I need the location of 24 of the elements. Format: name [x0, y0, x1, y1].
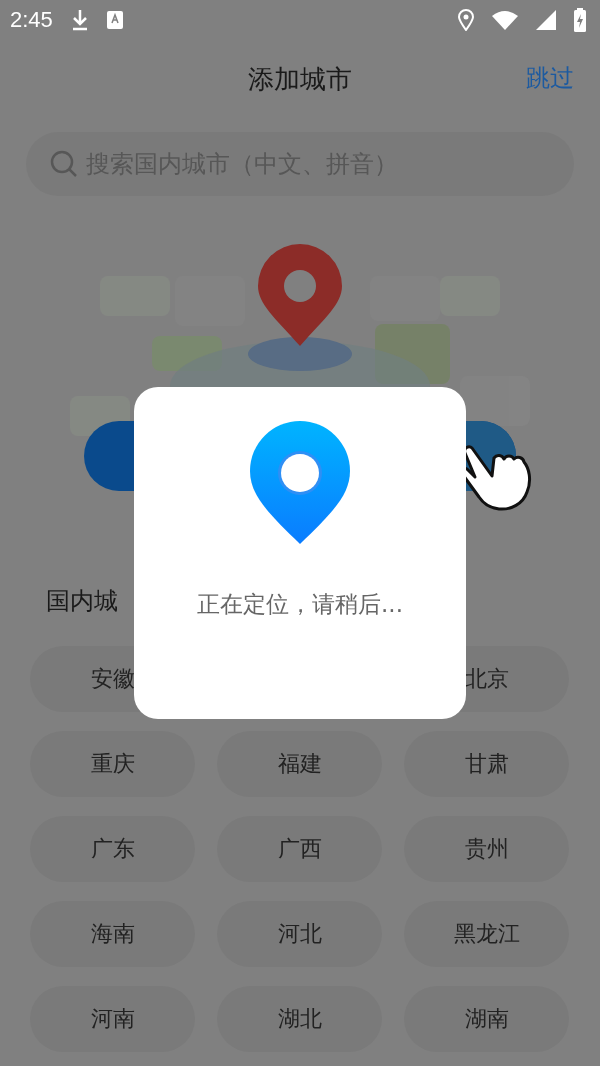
city-chip[interactable]: 海南 — [30, 901, 195, 967]
keyboard-icon — [106, 11, 123, 29]
location-pin-icon — [250, 421, 350, 545]
city-chip[interactable]: 黑龙江 — [404, 901, 569, 967]
city-chip[interactable]: 甘肃 — [404, 731, 569, 797]
city-chip[interactable]: 河南 — [30, 986, 195, 1052]
section-title: 国内城 — [46, 587, 118, 615]
city-chip[interactable]: 河北 — [217, 901, 382, 967]
city-chip[interactable]: 福建 — [217, 731, 382, 797]
city-chip[interactable]: 湖南 — [404, 986, 569, 1052]
city-chip[interactable]: 广西 — [217, 816, 382, 882]
location-icon — [458, 9, 474, 31]
signal-icon — [536, 10, 556, 30]
city-chip[interactable]: 广东 — [30, 816, 195, 882]
download-icon — [70, 9, 89, 31]
status-time: 2:45 — [10, 7, 53, 33]
battery-icon — [574, 8, 586, 32]
wifi-icon — [492, 10, 518, 30]
search-icon — [50, 150, 78, 178]
locating-message: 正在定位，请稍后... — [197, 590, 403, 619]
city-chip[interactable]: 贵州 — [404, 816, 569, 882]
city-chip[interactable]: 湖北 — [217, 986, 382, 1052]
city-chip[interactable]: 重庆 — [30, 731, 195, 797]
page-title: 添加城市 — [248, 62, 352, 96]
